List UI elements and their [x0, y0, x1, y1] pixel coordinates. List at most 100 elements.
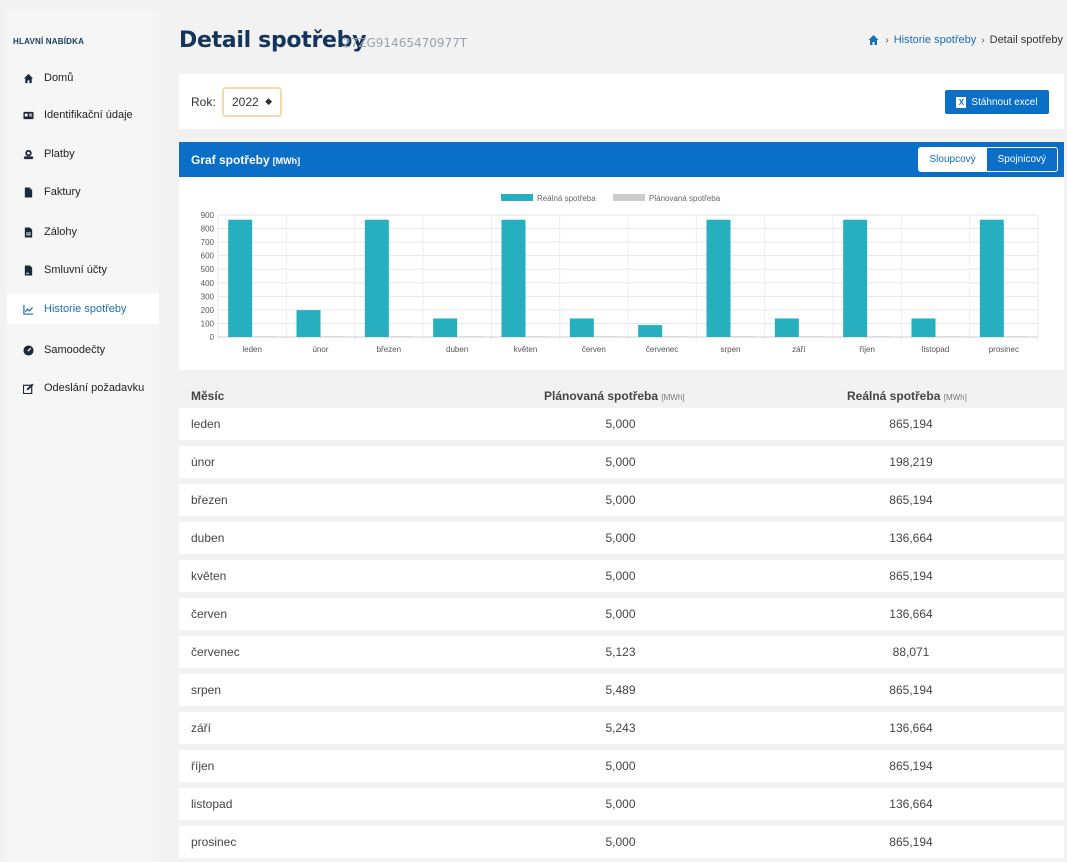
cell-real: 865,194	[889, 569, 933, 583]
bar-real	[364, 219, 389, 337]
cell-planned: 5,000	[605, 835, 636, 849]
table-row: prosinec 5,000 865,194	[179, 826, 1064, 858]
sidebar-item-home[interactable]: Domů	[7, 63, 159, 93]
bar-real	[638, 325, 663, 337]
bar-planned	[799, 336, 824, 337]
sidebar-item-label: Odeslání požadavku	[44, 382, 145, 394]
deposit-icon	[21, 225, 35, 239]
bar-planned	[868, 336, 893, 337]
col-real-label: Reálná spotřeba	[847, 389, 941, 403]
chart-title-text: Graf spotřeby	[191, 153, 270, 167]
chart-card: Graf spotřeby [MWh] Sloupcový Spojnicový …	[179, 142, 1064, 370]
table-row: listopad 5,000 136,664	[179, 788, 1064, 820]
x-tick-label: říjen	[859, 345, 875, 354]
cell-real: 865,194	[889, 683, 933, 697]
sort-arrows-icon: ◆	[265, 96, 272, 106]
cell-real: 198,219	[889, 455, 933, 469]
y-tick-label: 600	[201, 252, 215, 261]
col-planned-unit: [MWh]	[661, 393, 685, 402]
cell-month: srpen	[191, 683, 222, 697]
breadcrumb-link[interactable]: Historie spotřeby	[894, 34, 977, 46]
x-tick-label: září	[792, 345, 806, 354]
cell-month: duben	[191, 531, 225, 545]
y-tick-label: 300	[201, 292, 215, 301]
sidebar-item-label: Faktury	[44, 186, 81, 198]
sidebar-item-invoices[interactable]: Faktury	[7, 177, 159, 207]
table-row: leden 5,000 865,194	[179, 408, 1064, 440]
bar-planned	[936, 336, 961, 337]
sidebar-item-identification[interactable]: Identifikační údaje	[7, 100, 159, 130]
sidebar-item-send-request[interactable]: Odeslání požadavku	[7, 373, 159, 403]
sidebar-item-self-readings[interactable]: Samoodečty	[7, 335, 159, 365]
legend-swatch	[501, 194, 533, 201]
sidebar-item-label: Domů	[44, 72, 74, 84]
x-tick-label: březen	[377, 345, 401, 354]
sidebar-item-label: Identifikační údaje	[44, 109, 133, 121]
y-tick-label: 800	[201, 225, 215, 234]
home-icon[interactable]	[867, 34, 880, 46]
bar-real	[706, 219, 731, 337]
chevron-right-icon: ›	[981, 34, 985, 46]
invoice-icon	[21, 185, 35, 199]
sidebar-item-contract-accounts[interactable]: Smluvní účty	[7, 255, 159, 285]
year-select-value: 2022	[232, 95, 259, 109]
cell-real: 136,664	[889, 607, 933, 621]
x-tick-label: leden	[242, 345, 262, 354]
y-tick-label: 200	[201, 306, 215, 315]
bar-real	[296, 310, 321, 337]
cell-month: listopad	[191, 797, 233, 811]
y-tick-label: 0	[210, 333, 215, 342]
page-subtitle: 27ZG91465470977T	[343, 36, 468, 50]
year-select[interactable]: 2022 ◆	[222, 87, 282, 117]
col-planned-header: Plánovaná spotřeba [MWh]	[544, 389, 685, 403]
bar-real	[569, 318, 594, 337]
table-row: březen 5,000 865,194	[179, 484, 1064, 516]
sidebar-item-label: Zálohy	[44, 226, 78, 238]
chart-header: Graf spotřeby [MWh] Sloupcový Spojnicový	[179, 142, 1064, 177]
col-real-unit: [MWh]	[943, 393, 967, 402]
consumption-bar-chart: Reálná spotřeba Plánovaná spotřeba 900 800 7…	[201, 194, 1039, 354]
sidebar-item-payments[interactable]: Platby	[7, 139, 159, 169]
cell-planned: 5,000	[605, 797, 636, 811]
bar-planned	[321, 336, 346, 337]
y-tick-label: 900	[201, 211, 215, 220]
download-excel-button[interactable]: X Stáhnout excel	[945, 90, 1049, 114]
cell-planned: 5,489	[605, 683, 636, 697]
cell-real: 865,194	[889, 759, 933, 773]
cell-planned: 5,000	[605, 493, 636, 507]
cell-real: 136,664	[889, 721, 933, 735]
sidebar-item-label: Samoodečty	[44, 344, 106, 356]
cell-real: 88,071	[892, 645, 930, 659]
y-tick-label: 100	[201, 319, 215, 328]
cell-planned: 5,000	[605, 455, 636, 469]
toggle-bar-chart-button[interactable]: Sloupcový	[918, 148, 987, 171]
sidebar-item-deposits[interactable]: Zálohy	[7, 217, 159, 247]
bar-real	[843, 219, 868, 337]
toggle-line-chart-button[interactable]: Spojnicový	[986, 148, 1057, 171]
id-card-icon	[21, 108, 35, 122]
x-tick-label: duben	[446, 345, 468, 354]
cell-planned: 5,000	[605, 417, 636, 431]
cell-real: 865,194	[889, 835, 933, 849]
legend-swatch	[613, 194, 645, 201]
breadcrumb: › Historie spotřeby › Detail spotřeby	[867, 34, 1063, 46]
bar-real	[911, 318, 936, 337]
cell-planned: 5,243	[605, 721, 636, 735]
bar-planned	[594, 336, 619, 337]
bar-planned	[389, 336, 414, 337]
cell-planned: 5,000	[605, 531, 636, 545]
cell-real: 865,194	[889, 493, 933, 507]
x-tick-label: listopad	[922, 345, 950, 354]
cell-month: září	[191, 721, 212, 735]
chart-unit: [MWh]	[272, 156, 301, 166]
col-real-header: Reálná spotřeba [MWh]	[847, 389, 967, 403]
sidebar-item-consumption-history[interactable]: Historie spotřeby	[7, 294, 159, 324]
download-excel-label: Stáhnout excel	[971, 96, 1038, 108]
table-row: květen 5,000 865,194	[179, 560, 1064, 592]
cell-planned: 5,123	[605, 645, 636, 659]
payment-icon	[21, 147, 35, 161]
cell-month: březen	[191, 493, 228, 507]
table-row: říjen 5,000 865,194	[179, 750, 1064, 782]
cell-planned: 5,000	[605, 607, 636, 621]
cell-month: červenec	[191, 645, 240, 659]
